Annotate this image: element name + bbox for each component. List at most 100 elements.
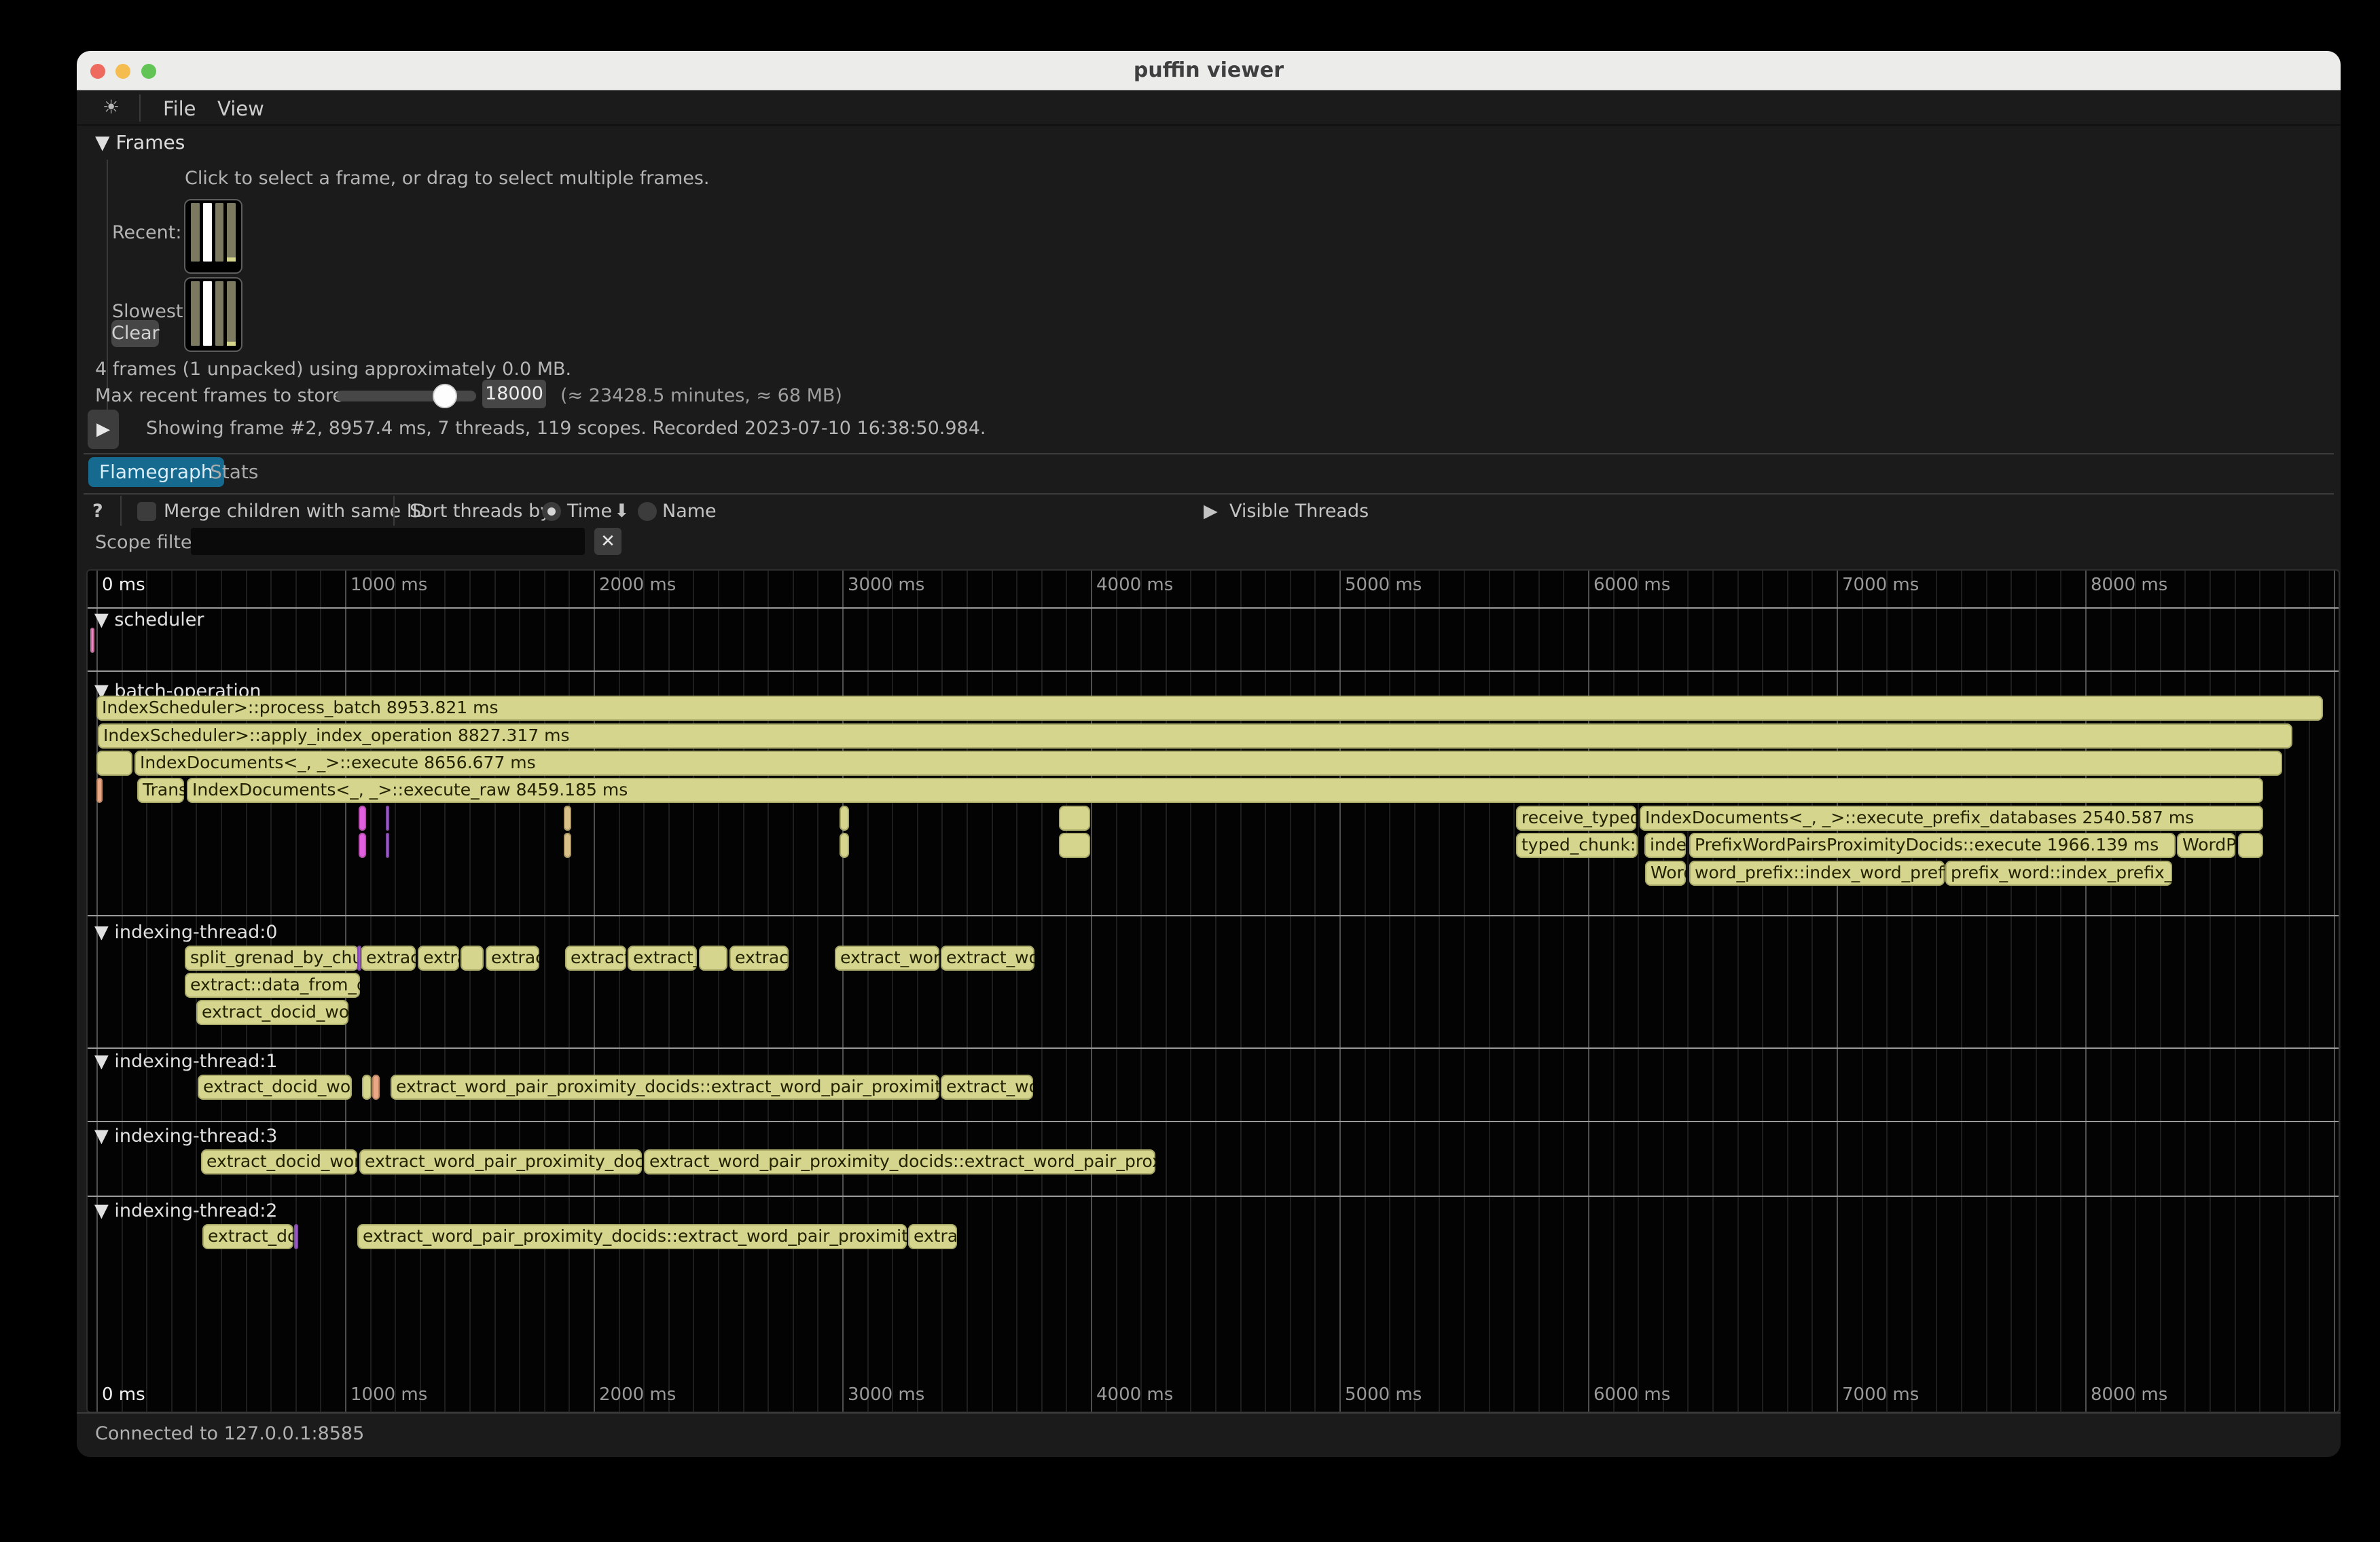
flame-bar[interactable]: [357, 946, 361, 971]
flame-bar[interactable]: typed_chunk::w: [1516, 833, 1638, 858]
axis-tick-bottom: 0 ms: [102, 1384, 145, 1405]
flame-bar[interactable]: extract_doc: [202, 1224, 293, 1249]
flame-bar[interactable]: extract_docid_word: [198, 1075, 352, 1100]
flame-bar[interactable]: IndexDocuments<_, _>::execute_raw 8459.1…: [187, 778, 2263, 803]
clear-button[interactable]: Clear: [111, 320, 159, 347]
frame-bar[interactable]: [227, 203, 236, 262]
flame-bar[interactable]: [386, 833, 389, 858]
divider: [393, 496, 395, 526]
axis-tick-bottom: 3000 ms: [848, 1384, 924, 1405]
axis-tick-bottom: 6000 ms: [1593, 1384, 1670, 1405]
thread-header-scheduler[interactable]: ▼ scheduler: [94, 609, 204, 630]
slider-knob[interactable]: [433, 384, 457, 408]
frame-bar-selected[interactable]: [203, 281, 212, 346]
visible-threads-header[interactable]: ▶ Visible Threads: [1204, 501, 1369, 522]
sort-name-radio[interactable]: [638, 502, 657, 521]
flame-bar[interactable]: IndexScheduler>::process_batch 8953.821 …: [96, 696, 2323, 721]
flame-bar[interactable]: receive_typed_: [1516, 806, 1636, 831]
clear-filter-button[interactable]: ✕: [594, 528, 621, 555]
frame-bar[interactable]: [191, 281, 200, 346]
flame-bar[interactable]: [840, 806, 849, 831]
frame-bar[interactable]: [215, 281, 224, 346]
frames-section-header[interactable]: ▼ Frames: [95, 131, 185, 154]
flame-bar[interactable]: [90, 628, 94, 653]
flame-bar[interactable]: [1059, 833, 1090, 858]
axis-tick-top: 5000 ms: [1345, 575, 1422, 595]
flame-bar[interactable]: [386, 806, 389, 831]
flame-bar[interactable]: word_prefix::index_word_prefix_: [1689, 861, 1945, 886]
sort-time-radio[interactable]: [542, 502, 561, 521]
flame-bar[interactable]: [359, 833, 366, 858]
flame-bar[interactable]: [564, 806, 571, 831]
flame-bar[interactable]: IndexDocuments<_, _>::execute_prefix_dat…: [1640, 806, 2263, 831]
menu-item-view[interactable]: View: [217, 97, 264, 120]
flame-bar[interactable]: extract_word_pair_proximity_docids::extr…: [357, 1224, 907, 1249]
scope-filter-input[interactable]: [191, 528, 585, 555]
flame-bar[interactable]: [461, 946, 484, 971]
flame-bar[interactable]: extract_docid_word: [201, 1149, 357, 1175]
flame-bar[interactable]: [699, 946, 727, 971]
flame-bar[interactable]: extract_: [628, 946, 697, 971]
thread-header-indexing-thread-0[interactable]: ▼ indexing-thread:0: [94, 922, 278, 943]
flame-bar[interactable]: IndexDocuments<_, _>::execute 8656.677 m…: [134, 751, 2282, 776]
flame-bar[interactable]: PrefixWordPairsProximityDocids::execute …: [1689, 833, 2176, 858]
flame-bar[interactable]: split_grenad_by_chun: [185, 946, 359, 971]
flame-bar[interactable]: [840, 833, 849, 858]
flame-bar[interactable]: prefix_word::index_prefix_wo: [1945, 861, 2172, 886]
max-frames-value[interactable]: 18000: [482, 380, 546, 408]
flame-bar[interactable]: Word: [1645, 861, 1686, 886]
frame-bar[interactable]: [215, 203, 224, 262]
flame-bar[interactable]: index: [1644, 833, 1686, 858]
flame-bar[interactable]: extract_: [565, 946, 626, 971]
flame-bar[interactable]: extract: [729, 946, 789, 971]
flame-bar[interactable]: WordPr: [2177, 833, 2235, 858]
frame-bar[interactable]: [191, 203, 200, 262]
collapse-arrow-icon: ▶: [1204, 501, 1218, 522]
flame-bar[interactable]: extract::data_from_ob: [185, 973, 360, 998]
flame-bar[interactable]: extrac: [908, 1224, 957, 1249]
recent-frames-thumbnail[interactable]: [184, 199, 242, 274]
flame-bar[interactable]: extract_wo: [941, 1075, 1033, 1100]
frame-bar[interactable]: [227, 281, 236, 346]
sort-threads-label: Sort threads by:: [410, 501, 556, 522]
thread-header-indexing-thread-1[interactable]: ▼ indexing-thread:1: [94, 1051, 278, 1072]
help-button[interactable]: ?: [92, 501, 103, 522]
play-button[interactable]: ▶: [88, 410, 119, 449]
axis-tick-top: 2000 ms: [599, 575, 676, 595]
flame-bar[interactable]: [2238, 833, 2263, 858]
thread-header-indexing-thread-2[interactable]: ▼ indexing-thread:2: [94, 1200, 278, 1221]
flame-bar[interactable]: extract_word_pair_proximity_docids: [359, 1149, 642, 1175]
max-frames-slider[interactable]: [336, 391, 476, 401]
theme-toggle-icon[interactable]: ☀: [103, 96, 120, 118]
flame-bar[interactable]: [96, 751, 132, 776]
flame-bar[interactable]: [294, 1224, 298, 1249]
flame-bar[interactable]: extra: [418, 946, 459, 971]
flamegraph-panel[interactable]: 0 ms1000 ms2000 ms3000 ms4000 ms5000 ms6…: [86, 569, 2340, 1413]
axis-tick-bottom: 7000 ms: [1842, 1384, 1919, 1405]
flame-bar[interactable]: extract: [361, 946, 416, 971]
flame-bar[interactable]: [362, 1075, 372, 1100]
flame-bar[interactable]: extract_docid_word: [196, 1000, 348, 1025]
radio-dot: [547, 507, 556, 516]
sort-direction-icon[interactable]: ⬇: [614, 501, 630, 522]
slowest-frames-thumbnail[interactable]: [184, 277, 242, 352]
flame-bar[interactable]: IndexScheduler>::apply_index_operation 8…: [98, 723, 2292, 749]
flame-bar[interactable]: Trans: [137, 778, 184, 803]
flame-bar[interactable]: extract_word: [835, 946, 939, 971]
flame-bar[interactable]: [564, 833, 571, 858]
frame-bar-selected[interactable]: [203, 203, 212, 262]
flame-bar[interactable]: extract_word_pair_proximity_docids::extr…: [644, 1149, 1155, 1175]
thread-header-indexing-thread-3[interactable]: ▼ indexing-thread:3: [94, 1126, 278, 1147]
flame-bar[interactable]: extrac: [486, 946, 539, 971]
flame-bar[interactable]: extract_wo: [941, 946, 1034, 971]
flame-bar[interactable]: extract_word_pair_proximity_docids::extr…: [391, 1075, 939, 1100]
play-icon: ▶: [96, 419, 110, 440]
menu-item-file[interactable]: File: [163, 97, 196, 120]
tab-stats[interactable]: Stats: [199, 457, 269, 487]
flame-bar[interactable]: [96, 778, 103, 803]
flame-bar[interactable]: [359, 806, 366, 831]
flame-bar[interactable]: [372, 1075, 380, 1100]
merge-children-checkbox[interactable]: [137, 502, 156, 521]
flame-bar[interactable]: [1059, 806, 1090, 831]
separator: [84, 493, 2334, 495]
